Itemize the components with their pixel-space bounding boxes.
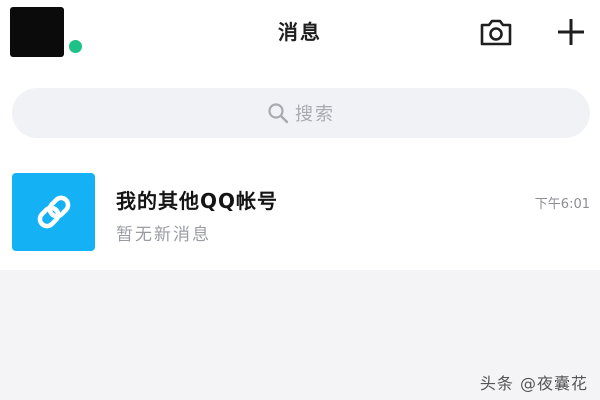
- search-placeholder: 搜索: [295, 104, 335, 125]
- camera-icon: [480, 19, 512, 46]
- chat-name: 我的其他QQ帐号: [116, 189, 279, 213]
- online-status-dot: [67, 38, 84, 55]
- link-icon: [37, 195, 70, 229]
- chat-avatar: [12, 173, 95, 251]
- chat-timestamp: 下午6:01: [534, 197, 590, 212]
- chat-preview: 暂无新消息: [116, 225, 211, 245]
- add-button[interactable]: [553, 14, 589, 50]
- profile-avatar-button[interactable]: [10, 7, 86, 59]
- search-bar[interactable]: 搜索: [12, 88, 590, 138]
- page-title: 消息: [278, 20, 322, 44]
- header: 消息: [0, 0, 600, 72]
- avatar[interactable]: [10, 7, 64, 57]
- plus-icon: [558, 19, 584, 45]
- chat-list-item[interactable]: 我的其他QQ帐号 暂无新消息 下午6:01: [0, 165, 600, 260]
- message-panel: 消息 搜索 我的其他QQ帐号 暂无新消息 下午6:01: [0, 0, 600, 270]
- watermark: 头条 @夜囊花: [479, 374, 588, 393]
- search-icon: [268, 103, 289, 124]
- camera-button[interactable]: [476, 14, 514, 50]
- app: 消息 搜索 我的其他QQ帐号 暂无新消息 下午6:01 头条 @夜囊花: [0, 0, 600, 400]
- search-inner[interactable]: 搜索: [12, 88, 590, 138]
